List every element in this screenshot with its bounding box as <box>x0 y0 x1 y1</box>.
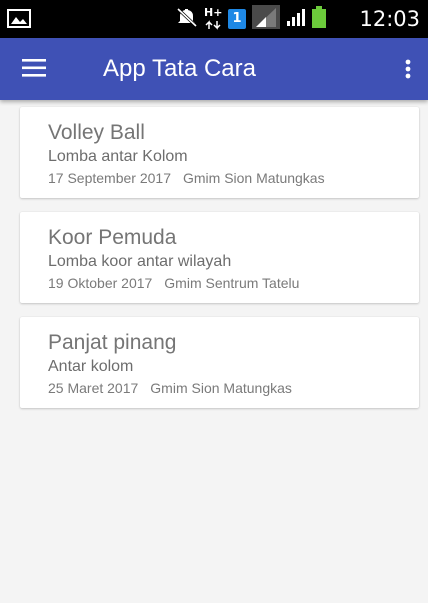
mute-icon <box>176 7 198 31</box>
event-place: Gmim Sion Matungkas <box>182 170 325 186</box>
gallery-icon <box>7 9 31 28</box>
app-title: App Tata Cara <box>103 55 256 82</box>
menu-button[interactable] <box>22 56 58 82</box>
event-list: Volley Ball Lomba antar Kolom 17 Septemb… <box>20 107 419 422</box>
event-subtitle: Lomba antar Kolom <box>48 148 188 165</box>
event-card[interactable]: Volley Ball Lomba antar Kolom 17 Septemb… <box>20 107 419 198</box>
event-date: 17 September 2017 <box>48 170 171 186</box>
event-place: Gmim Sentrum Tatelu <box>164 275 300 291</box>
battery-icon <box>312 6 326 32</box>
event-date: 19 Oktober 2017 <box>48 275 153 291</box>
event-title: Volley Ball <box>48 121 145 144</box>
signal-2-icon <box>286 7 306 31</box>
event-place: Gmim Sion Matungkas <box>150 380 292 396</box>
app-toolbar: App Tata Cara <box>0 38 428 100</box>
event-card[interactable]: Panjat pinang Antar kolom 25 Maret 2017 G… <box>20 317 419 408</box>
signal-1-icon <box>252 5 280 33</box>
event-card[interactable]: Koor Pemuda Lomba koor antar wilayah 19 … <box>20 212 419 303</box>
data-transfer-icon: H+ <box>204 6 223 30</box>
event-title: Panjat pinang <box>48 331 177 354</box>
more-vert-icon <box>400 59 416 88</box>
data-type-label: H+ <box>204 6 223 19</box>
overflow-menu-button[interactable] <box>400 54 416 84</box>
status-icons: H+ 1 <box>176 5 326 33</box>
status-bar: H+ 1 12:03 <box>0 0 428 38</box>
event-title: Koor Pemuda <box>48 226 177 249</box>
event-date: 25 Maret 2017 <box>48 380 139 396</box>
sim-badge-label: 1 <box>232 11 242 26</box>
clock: 12:03 <box>359 7 420 31</box>
event-meta: 19 Oktober 2017 Gmim Sentrum Tatelu <box>48 274 299 292</box>
event-meta: 25 Maret 2017 Gmim Sion Matungkas <box>48 379 292 397</box>
event-subtitle: Antar kolom <box>48 358 134 375</box>
event-subtitle: Lomba koor antar wilayah <box>48 253 232 270</box>
sim-badge-icon: 1 <box>228 9 246 29</box>
event-meta: 17 September 2017 Gmim Sion Matungkas <box>48 169 325 187</box>
